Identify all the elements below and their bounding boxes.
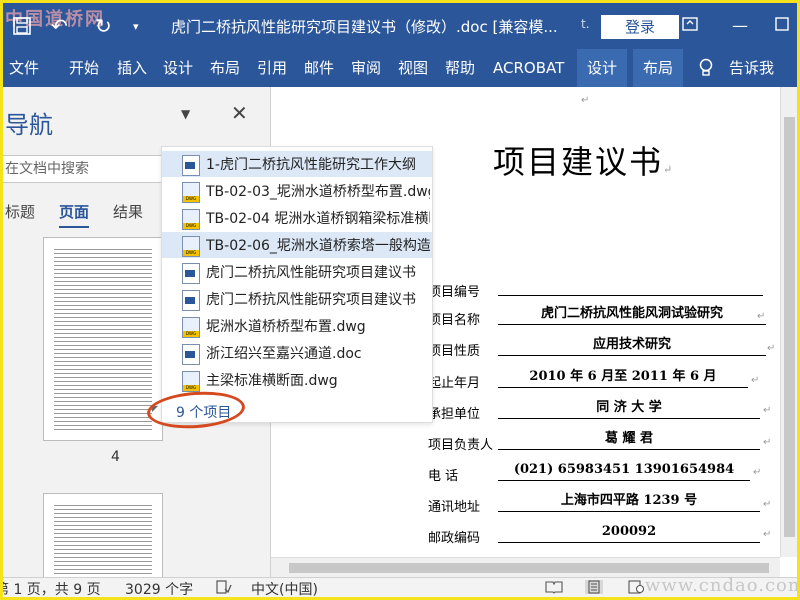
file-name: 主梁标准横断面.dwg: [206, 373, 338, 389]
field-value: 上海市四平路 1239 号: [498, 491, 760, 512]
field-value: 应用技术研究: [498, 335, 766, 356]
read-mode-icon[interactable]: [545, 580, 563, 594]
field-label: 项目名称: [428, 313, 481, 328]
field-value: 葛 耀 君: [498, 429, 760, 450]
file-name: TB-02-04 坭洲水道桥钢箱梁标准横断面: [206, 211, 430, 227]
chevron-down-icon[interactable]: ▼: [181, 107, 190, 121]
list-item[interactable]: 虎门二桥抗风性能研究项目建议书: [162, 286, 432, 312]
print-layout-icon[interactable]: [585, 580, 603, 594]
title-bar: 中国道桥网 ↶ ↻ ▾ 虎门二桥抗风性能研究项目建议书（修改）.doc [兼容模…: [3, 3, 797, 49]
list-item[interactable]: DWG TB-02-03_坭洲水道桥桥型布置.dwg: [162, 178, 432, 204]
nav-pane-title: 导航: [5, 111, 53, 139]
list-item[interactable]: 浙江绍兴至嘉兴通道.doc: [162, 340, 432, 366]
close-icon[interactable]: ✕: [231, 101, 248, 125]
web-layout-icon[interactable]: [627, 580, 645, 594]
dwg-file-icon: DWG: [182, 236, 200, 257]
minimize-icon[interactable]: —: [725, 14, 755, 38]
save-icon[interactable]: [13, 14, 31, 38]
list-item[interactable]: 1-虎门二桥抗风性能研究工作大纲: [162, 151, 432, 177]
word-doc-icon: [182, 155, 200, 176]
field-label: 邮政编码: [428, 531, 481, 546]
list-item[interactable]: DWG 主梁标准横断面.dwg: [162, 367, 432, 393]
field-value: (021) 65983451 13901654984: [498, 460, 750, 481]
nav-tab-headings[interactable]: 标题: [5, 201, 35, 222]
tab-help[interactable]: 帮助: [445, 49, 475, 87]
field-label: 起止年月: [428, 376, 481, 391]
page-count[interactable]: 第 1 页，共 9 页: [3, 579, 101, 597]
field-value: 200092: [498, 522, 760, 543]
proofing-icon[interactable]: [215, 580, 233, 594]
tab-acrobat[interactable]: ACROBAT: [493, 49, 564, 87]
tab-references[interactable]: 引用: [257, 49, 287, 87]
dwg-file-icon: DWG: [182, 209, 200, 230]
customize-qat-icon[interactable]: ▾: [133, 14, 139, 38]
file-name: 虎门二桥抗风性能研究项目建议书: [206, 265, 416, 281]
maximize-icon[interactable]: [767, 14, 797, 38]
undo-icon[interactable]: ↶: [51, 14, 68, 38]
tab-layout[interactable]: 布局: [210, 49, 240, 87]
field-label: 项目编号: [428, 285, 481, 300]
tab-review[interactable]: 审阅: [351, 49, 381, 87]
page-thumbnail[interactable]: [43, 493, 163, 584]
file-name: 浙江绍兴至嘉兴通道.doc: [206, 346, 362, 362]
paragraph-mark: ↵: [581, 95, 590, 106]
field-value: 同 济 大 学: [498, 398, 760, 419]
lightbulb-icon[interactable]: [699, 49, 713, 87]
list-item[interactable]: DWG TB-02-04 坭洲水道桥钢箱梁标准横断面: [162, 205, 432, 231]
dwg-file-icon: DWG: [182, 371, 200, 392]
word-window: 中国道桥网 ↶ ↻ ▾ 虎门二桥抗风性能研究项目建议书（修改）.doc [兼容模…: [0, 0, 800, 600]
field-label: 项目负责人: [428, 438, 494, 453]
word-doc-icon: [182, 263, 200, 284]
tab-view[interactable]: 视图: [398, 49, 428, 87]
nav-tab-pages[interactable]: 页面: [59, 201, 90, 228]
page-thumbnail[interactable]: [43, 237, 163, 441]
list-item[interactable]: DWG TB-02-06_坭洲水道桥索塔一般构造: [162, 232, 432, 258]
field-label: 电 话: [428, 469, 459, 484]
tab-file[interactable]: 文件: [9, 49, 39, 87]
field-value: 2010 年 6 月至 2011 年 6 月: [498, 367, 748, 388]
file-name: 虎门二桥抗风性能研究项目建议书: [206, 292, 416, 308]
file-name: TB-02-03_坭洲水道桥桥型布置.dwg: [206, 184, 430, 200]
tell-me-search[interactable]: 告诉我: [729, 49, 774, 87]
file-name: 坭洲水道桥桥型布置.dwg: [206, 319, 366, 335]
contextual-hint: t.: [581, 17, 590, 31]
tab-mailings[interactable]: 邮件: [304, 49, 334, 87]
word-doc-icon: [182, 344, 200, 365]
field-label: 项目性质: [428, 344, 481, 359]
list-item[interactable]: DWG 坭洲水道桥桥型布置.dwg: [162, 313, 432, 339]
site-watermark: www.cndao.com: [645, 575, 800, 596]
login-button[interactable]: 登录: [601, 15, 679, 39]
file-name: 1-虎门二桥抗风性能研究工作大纲: [206, 157, 416, 173]
word-doc-icon: [182, 290, 200, 311]
document-heading: 项目建议书↵: [493, 143, 675, 181]
list-item[interactable]: 虎门二桥抗风性能研究项目建议书: [162, 259, 432, 285]
field-label: 承担单位: [428, 407, 481, 422]
tab-table-design[interactable]: 设计: [577, 49, 628, 87]
tab-design[interactable]: 设计: [163, 49, 193, 87]
tab-insert[interactable]: 插入: [117, 49, 147, 87]
field-label: 通讯地址: [428, 500, 481, 515]
nav-tab-results[interactable]: 结果: [113, 201, 143, 222]
language-indicator[interactable]: 中文(中国): [251, 579, 318, 597]
redo-icon[interactable]: ↻: [95, 14, 112, 38]
dwg-file-icon: DWG: [182, 317, 200, 338]
field-value: [498, 275, 763, 296]
vertical-scrollbar[interactable]: [780, 87, 797, 557]
recent-files-popup: 1-虎门二桥抗风性能研究工作大纲 DWG TB-02-03_坭洲水道桥桥型布置.…: [152, 146, 433, 423]
dwg-file-icon: DWG: [182, 182, 200, 203]
thumbnail-page-number: 4: [111, 449, 120, 465]
word-count[interactable]: 3029 个字: [125, 579, 193, 597]
document-title: 虎门二桥抗风性能研究项目建议书（修改）.doc [兼容模...: [171, 18, 558, 36]
ribbon-tabs: 文件 开始 插入 设计 布局 引用 邮件 审阅 视图 帮助 ACROBAT 设计…: [3, 49, 797, 87]
tab-home[interactable]: 开始: [69, 49, 99, 87]
tab-table-layout[interactable]: 布局: [633, 49, 684, 87]
field-value: 虎门二桥抗风性能风洞试验研究: [498, 304, 766, 325]
ribbon-display-icon[interactable]: [675, 14, 705, 38]
file-name: TB-02-06_坭洲水道桥索塔一般构造: [206, 238, 430, 254]
